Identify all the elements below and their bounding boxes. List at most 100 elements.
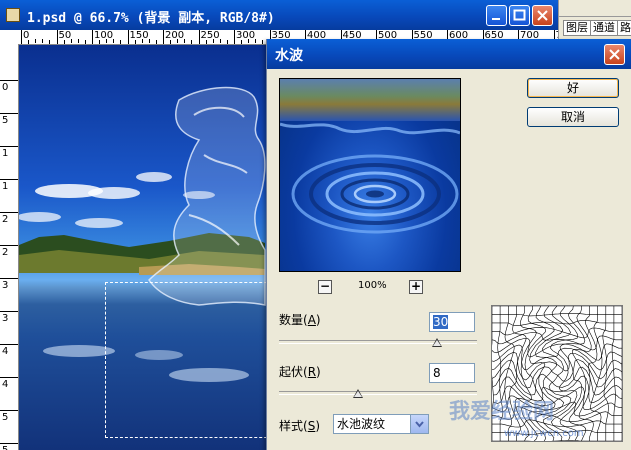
zigzag-dialog: 水波 − 100% + 好 取消 数量(A) 30 起伏(R) 8 样式(S) … [266,39,631,450]
ruler-label: 2 [2,214,9,225]
ruler-minor-tick [184,39,186,43]
ruler-label: 0 [23,30,30,41]
ruler-tick [0,311,18,312]
ruler-tick [234,30,235,44]
document-titlebar[interactable]: 1.psd @ 66.7% (背景 副本, RGB/8#) [0,0,558,30]
ruler-tick [0,113,18,114]
maximize-button[interactable] [509,5,530,26]
close-icon [609,49,620,60]
ruler-minor-tick [191,40,193,44]
ridges-slider-thumb[interactable] [353,389,364,398]
vertical-ruler: 0 5 1 1 2 2 3 3 4 4 5 5 [0,44,19,450]
ruler-tick [163,30,164,44]
ruler-label: 1 [2,181,9,192]
ruler-tick [198,30,200,44]
ruler-label: 100 [94,30,114,41]
ruler-minor-tick [49,40,51,44]
filter-preview[interactable] [279,78,461,272]
style-label: 样式(S) [279,419,321,433]
style-dropdown-value: 水池波纹 [337,417,386,431]
ruler-label: 1 [2,148,9,159]
tab-paths[interactable]: 路 [617,20,631,36]
grid-line [492,359,622,389]
ruler-minor-tick [42,39,44,43]
amount-input[interactable]: 30 [429,312,475,332]
zoom-level: 100% [358,280,387,291]
ruler-label: 50 [58,30,72,41]
grid-line [492,366,622,396]
dialog-close-button[interactable] [604,44,625,65]
ruler-tick [21,30,22,44]
ruler-minor-tick [148,39,150,43]
ruler-label: 5 [2,412,9,423]
ruler-label: 0 [2,82,9,93]
amount-label: 数量(A) [279,313,321,327]
zoom-in-button[interactable]: + [409,280,423,294]
ruler-label: 3 [2,313,9,324]
ruler-minor-tick [255,39,257,43]
ruler-label: 300 [236,30,256,41]
ruler-label: 5 [2,446,8,450]
grid-line [492,351,622,381]
watermark-text: 我爱经验网 [449,399,554,423]
panel-tabs: 图层 通道路 [563,20,631,36]
ruler-minor-tick [35,39,37,43]
ruler-label: 3 [2,280,9,291]
ruler-minor-tick [113,39,115,43]
ruler-minor-tick [226,40,228,44]
tab-channels[interactable]: 通道 [590,20,618,36]
grid-line [492,440,622,441]
ruler-label: 250 [200,30,220,41]
ruler-label: 4 [2,379,9,390]
ruler-minor-tick [120,40,122,44]
document-icon [6,8,20,22]
amount-slider[interactable] [279,340,477,344]
ruler-tick [0,278,18,279]
ruler-tick [0,443,18,444]
maximize-icon [513,9,526,21]
ruler-label: 5 [2,115,9,126]
ruler-minor-tick [84,40,86,44]
ruler-tick [0,146,18,147]
tab-layers[interactable]: 图层 [563,20,591,36]
ruler-label: 200 [165,30,185,41]
ruler-tick [0,377,18,378]
grid-line [492,313,622,317]
ridges-label: 起伏(R) [279,365,321,379]
amount-slider-thumb[interactable] [432,338,443,347]
dialog-titlebar[interactable]: 水波 [267,39,631,69]
ruler-tick [0,344,18,345]
ruler-tick [0,410,18,411]
ruler-tick [0,80,18,81]
minimize-button[interactable] [486,5,507,26]
grid-line [492,327,622,339]
ruler-label: 4 [2,346,9,357]
close-icon [537,10,548,21]
zoom-out-button[interactable]: − [318,280,332,294]
ruler-minor-tick [77,39,79,43]
close-button[interactable] [532,5,553,26]
ruler-tick [127,30,129,44]
grid-line [492,320,622,327]
style-dropdown[interactable]: 水池波纹 [333,414,429,434]
ripple-graphic [280,122,460,234]
ruler-tick [92,30,93,44]
minimize-icon [492,18,500,20]
cancel-button[interactable]: 取消 [527,107,619,127]
ruler-minor-tick [155,40,157,44]
ok-button[interactable]: 好 [527,78,619,98]
dialog-title: 水波 [275,48,303,64]
ridges-slider[interactable] [279,391,477,395]
ruler-minor-tick [262,40,264,44]
chevron-down-icon[interactable] [410,415,428,433]
ruler-tick [0,179,18,180]
panel-header [559,0,631,17]
ruler-tick [56,30,58,44]
ruler-tick [0,212,18,213]
grid-line [611,306,616,441]
document-title: 1.psd @ 66.7% (背景 副本, RGB/8#) [27,11,275,26]
ridges-input[interactable]: 8 [429,363,475,383]
ruler-minor-tick [219,39,221,43]
watermark-url: www.jcwcn.com [504,428,584,439]
ruler-tick [0,245,18,246]
